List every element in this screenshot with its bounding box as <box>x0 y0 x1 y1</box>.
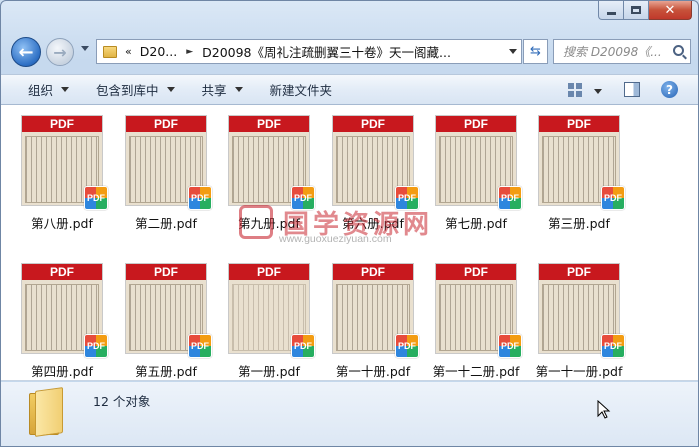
pdf-app-icon: PDF <box>291 334 315 358</box>
view-options-dropdown[interactable] <box>594 89 602 94</box>
file-name: 第七册.pdf <box>445 216 507 231</box>
file-item[interactable]: PDF PDF 第五册.pdf <box>125 263 225 391</box>
include-in-library-label: 包含到库中 <box>96 83 159 98</box>
mouse-cursor-icon <box>597 400 611 419</box>
breadcrumb-item-current[interactable]: D20098《周礼注疏删翼三十卷》天一阁藏... <box>202 42 451 61</box>
minimize-icon <box>606 11 616 15</box>
breadcrumb: « D20... ► D20098《周礼注疏删翼三十卷》天一阁藏... <box>117 42 451 61</box>
help-icon[interactable]: ? <box>661 81 678 98</box>
pdf-app-icon: PDF <box>84 334 108 358</box>
file-name: 第一册.pdf <box>238 364 300 379</box>
file-item[interactable]: PDF PDF 第八册.pdf <box>21 115 121 243</box>
include-in-library-button[interactable]: 包含到库中 <box>96 80 175 99</box>
file-name: 第一十册.pdf <box>335 364 411 379</box>
chevron-down-icon <box>166 87 175 92</box>
chevron-down-icon <box>61 87 70 92</box>
preview-pane-icon[interactable] <box>624 82 640 97</box>
pdf-header-label: PDF <box>436 116 516 132</box>
breadcrumb-separator-icon[interactable]: ► <box>186 47 193 57</box>
command-bar: 组织 包含到库中 共享 新建文件夹 ? <box>1 74 698 105</box>
pdf-header-label: PDF <box>539 116 619 132</box>
pdf-app-icon: PDF <box>498 334 522 358</box>
share-label: 共享 <box>201 83 227 98</box>
file-name: 第三册.pdf <box>548 216 610 231</box>
file-name: 第一十二册.pdf <box>432 364 520 379</box>
maximize-button[interactable] <box>624 1 649 20</box>
close-button[interactable]: ✕ <box>649 1 692 20</box>
explorer-window: ✕ ← → « D20... ► D20098《周礼注疏删翼三十卷》天一阁藏..… <box>0 0 699 447</box>
file-item[interactable]: PDF PDF 第一十一册.pdf <box>536 263 638 391</box>
arrow-right-icon: → <box>53 42 67 62</box>
pdf-app-icon: PDF <box>188 334 212 358</box>
search-box[interactable]: 搜索 D20098《... <box>553 39 691 64</box>
caption-buttons: ✕ <box>598 1 692 20</box>
address-dropdown-icon[interactable] <box>509 49 517 54</box>
file-name: 第一十一册.pdf <box>535 364 623 379</box>
pdf-header-label: PDF <box>126 264 206 280</box>
pdf-header-label: PDF <box>333 116 413 132</box>
file-item[interactable]: PDF PDF 第一册.pdf <box>228 263 328 391</box>
breadcrumb-item-parent[interactable]: D20... <box>140 44 177 59</box>
arrow-left-icon: ← <box>18 41 34 63</box>
maximize-icon <box>631 6 641 14</box>
back-button[interactable]: ← <box>11 37 41 67</box>
pdf-app-icon: PDF <box>601 186 625 210</box>
pdf-header-label: PDF <box>229 264 309 280</box>
pdf-header-label: PDF <box>229 116 309 132</box>
pdf-header-label: PDF <box>436 264 516 280</box>
pdf-app-icon: PDF <box>498 186 522 210</box>
file-name: 第二册.pdf <box>135 216 197 231</box>
folder-icon <box>103 45 117 58</box>
folder-icon <box>29 387 65 437</box>
navigation-bar: ← → « D20... ► D20098《周礼注疏删翼三十卷》天一阁藏... … <box>1 34 698 68</box>
file-item[interactable]: PDF PDF 第一十二册.pdf <box>433 263 535 391</box>
pdf-header-label: PDF <box>539 264 619 280</box>
file-item[interactable]: PDF PDF 第二册.pdf <box>125 115 225 243</box>
details-pane: 12 个对象 <box>1 382 698 446</box>
chevron-down-icon <box>234 87 243 92</box>
new-folder-label: 新建文件夹 <box>269 83 333 98</box>
search-placeholder: 搜索 D20098《... <box>563 45 662 59</box>
close-icon: ✕ <box>664 2 676 18</box>
refresh-icon: ⇆ <box>530 44 541 59</box>
pdf-app-icon: PDF <box>601 334 625 358</box>
pdf-header-label: PDF <box>22 116 102 132</box>
watermark-seal <box>239 205 273 239</box>
refresh-button[interactable]: ⇆ <box>523 39 548 64</box>
pdf-header-label: PDF <box>333 264 413 280</box>
file-list: PDF PDF 第八册.pdf PDF PDF 第二册.pdf PDF PDF 第九册.pdf P… <box>1 105 698 381</box>
new-folder-button[interactable]: 新建文件夹 <box>270 80 333 99</box>
breadcrumb-overflow-chevron[interactable]: « <box>125 45 132 58</box>
file-name: 第五册.pdf <box>135 364 197 379</box>
item-count: 12 个对象 <box>93 394 151 409</box>
file-name: 第四册.pdf <box>31 364 93 379</box>
forward-button[interactable]: → <box>46 38 74 66</box>
pdf-app-icon: PDF <box>395 334 419 358</box>
file-item[interactable]: PDF PDF 第三册.pdf <box>538 115 638 243</box>
watermark-url: www.guoxueziyuan.com <box>279 233 392 245</box>
file-item[interactable]: PDF PDF 第四册.pdf <box>21 263 121 391</box>
address-bar[interactable]: « D20... ► D20098《周礼注疏删翼三十卷》天一阁藏... <box>96 39 522 64</box>
pdf-app-icon: PDF <box>188 186 212 210</box>
share-button[interactable]: 共享 <box>202 80 243 99</box>
pdf-header-label: PDF <box>22 264 102 280</box>
organize-button[interactable]: 组织 <box>28 80 70 99</box>
pdf-app-icon: PDF <box>84 186 108 210</box>
file-item[interactable]: PDF PDF 第七册.pdf <box>435 115 535 243</box>
pdf-header-label: PDF <box>126 116 206 132</box>
file-item[interactable]: PDF PDF 第一十册.pdf <box>332 263 432 391</box>
view-options-icon[interactable] <box>568 83 582 97</box>
recent-pages-dropdown[interactable] <box>81 46 89 51</box>
search-icon[interactable] <box>673 45 684 56</box>
minimize-button[interactable] <box>598 1 624 20</box>
organize-label: 组织 <box>28 83 54 98</box>
file-name: 第八册.pdf <box>31 216 93 231</box>
